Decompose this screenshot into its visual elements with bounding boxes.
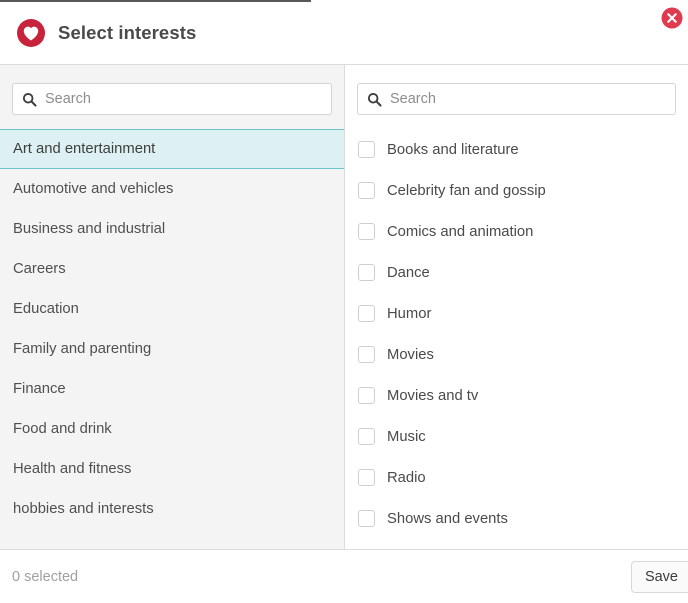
categories-panel: Art and entertainmentAutomotive and vehi… bbox=[0, 65, 345, 549]
interest-list-item[interactable]: Radio bbox=[345, 457, 688, 498]
select-interests-modal: Select interests Art and entertainmentAu… bbox=[0, 0, 688, 603]
interest-search-input[interactable] bbox=[390, 85, 652, 113]
category-list-item[interactable]: Business and industrial bbox=[0, 209, 344, 249]
interest-list-item[interactable]: Celebrity fan and gossip bbox=[345, 170, 688, 211]
interest-list: Books and literature Celebrity fan and go… bbox=[345, 129, 688, 539]
interest-checkbox[interactable] bbox=[358, 141, 375, 158]
category-list-item[interactable]: hobbies and interests bbox=[0, 489, 344, 529]
interest-label: Humor bbox=[387, 305, 432, 322]
interest-checkbox[interactable] bbox=[358, 264, 375, 281]
interests-panel: Books and literature Celebrity fan and go… bbox=[345, 65, 688, 549]
category-list-item[interactable]: Finance bbox=[0, 369, 344, 409]
category-list-item[interactable]: Family and parenting bbox=[0, 329, 344, 369]
modal-body: Art and entertainmentAutomotive and vehi… bbox=[0, 65, 688, 549]
category-list-item[interactable]: Art and entertainment bbox=[0, 129, 344, 169]
interest-list-item[interactable]: Shows and events bbox=[345, 498, 688, 539]
category-list-item[interactable]: Automotive and vehicles bbox=[0, 169, 344, 209]
category-search-input[interactable] bbox=[45, 85, 308, 113]
close-circle-icon bbox=[661, 7, 683, 29]
heart-circle-icon bbox=[17, 19, 45, 47]
interest-list-item[interactable]: Movies and tv bbox=[345, 375, 688, 416]
interest-checkbox[interactable] bbox=[358, 428, 375, 445]
interest-checkbox[interactable] bbox=[358, 510, 375, 527]
interest-search-wrapper[interactable] bbox=[357, 83, 676, 115]
interest-list-item[interactable]: Music bbox=[345, 416, 688, 457]
interest-list-item[interactable]: Movies bbox=[345, 334, 688, 375]
selected-count-label: 0 selected bbox=[12, 568, 79, 585]
search-icon bbox=[22, 92, 37, 107]
category-search-wrapper[interactable] bbox=[12, 83, 332, 115]
modal-footer: 0 selected Save bbox=[0, 549, 688, 603]
interest-label: Dance bbox=[387, 264, 430, 281]
category-list: Art and entertainment Automotive and vehi… bbox=[0, 129, 344, 529]
interest-label: Celebrity fan and gossip bbox=[387, 182, 546, 199]
interest-checkbox[interactable] bbox=[358, 387, 375, 404]
interest-label: Music bbox=[387, 428, 426, 445]
interest-checkbox[interactable] bbox=[358, 223, 375, 240]
interest-list-item[interactable]: Books and literature bbox=[345, 129, 688, 170]
interest-label: Comics and animation bbox=[387, 223, 534, 240]
search-icon bbox=[367, 92, 382, 107]
interest-checkbox[interactable] bbox=[358, 182, 375, 199]
interest-list-item[interactable]: Comics and animation bbox=[345, 211, 688, 252]
interest-label: Radio bbox=[387, 469, 426, 486]
category-list-item[interactable]: Food and drink bbox=[0, 409, 344, 449]
category-list-item[interactable]: Health and fitness bbox=[0, 449, 344, 489]
page-title: Select interests bbox=[58, 22, 197, 43]
interest-label: Movies and tv bbox=[387, 387, 479, 404]
interest-list-item[interactable]: Humor bbox=[345, 293, 688, 334]
interest-checkbox[interactable] bbox=[358, 469, 375, 486]
save-button[interactable]: Save bbox=[630, 560, 688, 593]
category-list-item[interactable]: Education bbox=[0, 289, 344, 329]
interest-label: Movies bbox=[387, 346, 434, 363]
interest-label: Shows and events bbox=[387, 510, 508, 527]
interest-checkbox[interactable] bbox=[358, 346, 375, 363]
modal-header: Select interests bbox=[0, 2, 688, 65]
interest-list-item[interactable]: Dance bbox=[345, 252, 688, 293]
close-button[interactable] bbox=[661, 7, 683, 29]
category-list-item[interactable]: Careers bbox=[0, 249, 344, 289]
interest-checkbox[interactable] bbox=[358, 305, 375, 322]
interest-label: Books and literature bbox=[387, 141, 519, 158]
